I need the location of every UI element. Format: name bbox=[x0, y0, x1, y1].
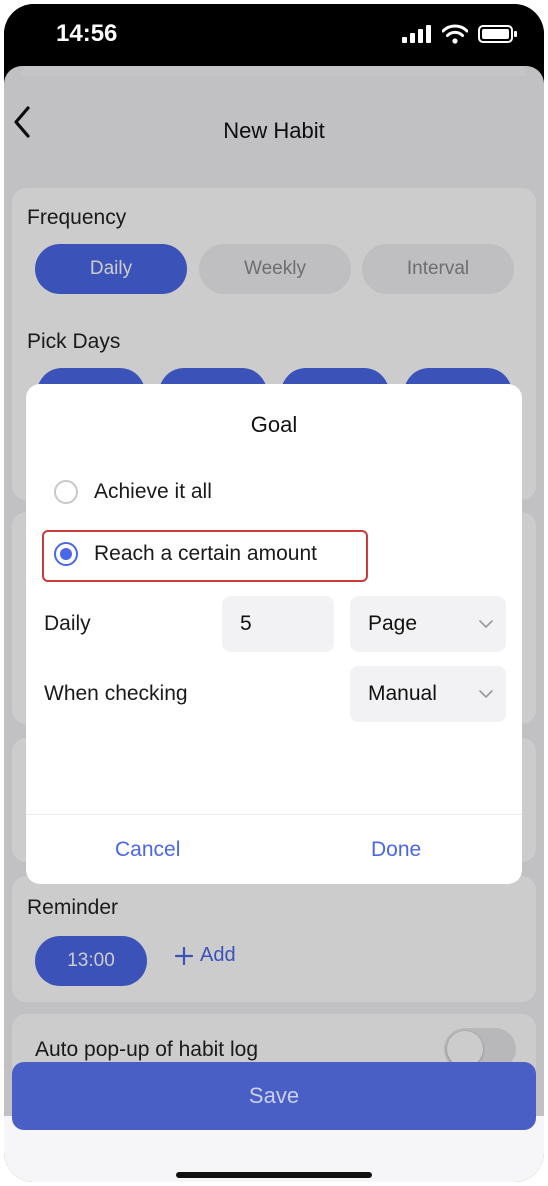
save-button[interactable]: Save bbox=[12, 1062, 536, 1130]
chevron-down-icon bbox=[479, 620, 493, 628]
cellular-signal-icon bbox=[402, 25, 431, 43]
unit-select[interactable]: Page bbox=[350, 596, 506, 652]
wifi-icon bbox=[442, 24, 468, 44]
option-label: Achieve it all bbox=[94, 480, 212, 503]
dialog-divider bbox=[26, 814, 522, 815]
selection-highlight-box bbox=[42, 530, 368, 582]
chevron-down-icon bbox=[479, 690, 493, 698]
status-bar: 14:56 bbox=[4, 4, 544, 66]
status-icons bbox=[402, 24, 518, 44]
home-indicator bbox=[176, 1172, 372, 1178]
app-screen: New Habit Frequency Daily Weekly Interva… bbox=[4, 66, 544, 1182]
daily-label: Daily bbox=[44, 612, 91, 635]
daily-amount-input[interactable]: 5 bbox=[222, 596, 334, 652]
option-achieve-it-all[interactable]: Achieve it all bbox=[54, 480, 212, 504]
phone-frame: 14:56 New Habit Frequency Daily Weekly I… bbox=[4, 4, 544, 1182]
checking-mode-select[interactable]: Manual bbox=[350, 666, 506, 722]
when-checking-label: When checking bbox=[44, 682, 188, 705]
done-button[interactable]: Done bbox=[371, 838, 421, 862]
cancel-button[interactable]: Cancel bbox=[115, 838, 180, 862]
status-time: 14:56 bbox=[56, 20, 118, 47]
unit-value: Page bbox=[368, 612, 418, 635]
battery-icon bbox=[478, 25, 517, 43]
goal-dialog: Goal Achieve it all Reach a certain amou… bbox=[26, 384, 522, 884]
checking-mode-value: Manual bbox=[368, 682, 437, 705]
dialog-title: Goal bbox=[250, 412, 298, 437]
radio-unselected-icon bbox=[54, 480, 78, 504]
